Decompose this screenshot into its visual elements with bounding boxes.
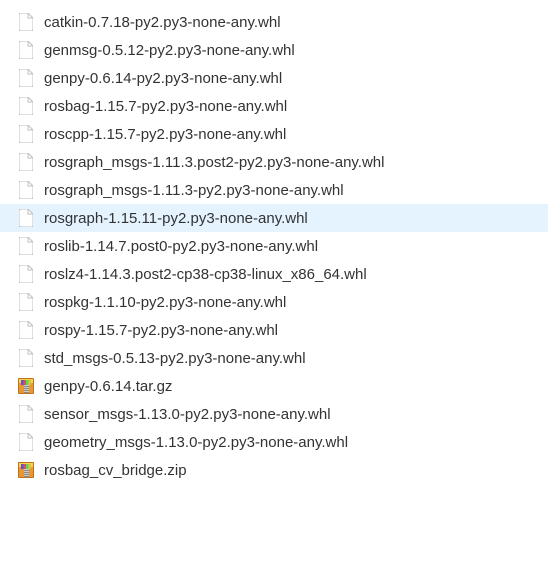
file-icon — [18, 125, 34, 143]
file-icon — [18, 349, 34, 367]
file-icon — [18, 97, 34, 115]
file-icon — [18, 293, 34, 311]
file-icon — [18, 153, 34, 171]
file-name: genmsg-0.5.12-py2.py3-none-any.whl — [44, 42, 295, 59]
file-name: catkin-0.7.18-py2.py3-none-any.whl — [44, 14, 281, 31]
file-item[interactable]: genpy-0.6.14-py2.py3-none-any.whl — [0, 64, 548, 92]
file-name: sensor_msgs-1.13.0-py2.py3-none-any.whl — [44, 406, 331, 423]
file-name: genpy-0.6.14-py2.py3-none-any.whl — [44, 70, 282, 87]
file-item[interactable]: catkin-0.7.18-py2.py3-none-any.whl — [0, 8, 548, 36]
file-item[interactable]: genmsg-0.5.12-py2.py3-none-any.whl — [0, 36, 548, 64]
file-name: roslz4-1.14.3.post2-cp38-cp38-linux_x86_… — [44, 266, 367, 283]
file-icon — [18, 41, 34, 59]
file-name: rosbag-1.15.7-py2.py3-none-any.whl — [44, 98, 287, 115]
file-item[interactable]: rosgraph_msgs-1.11.3.post2-py2.py3-none-… — [0, 148, 548, 176]
file-list: catkin-0.7.18-py2.py3-none-any.whl genmsg… — [0, 8, 548, 484]
file-item[interactable]: rosgraph_msgs-1.11.3-py2.py3-none-any.wh… — [0, 176, 548, 204]
file-item[interactable]: roscpp-1.15.7-py2.py3-none-any.whl — [0, 120, 548, 148]
file-item[interactable]: rosbag-1.15.7-py2.py3-none-any.whl — [0, 92, 548, 120]
file-icon — [18, 209, 34, 227]
file-icon — [18, 321, 34, 339]
file-item[interactable]: rospy-1.15.7-py2.py3-none-any.whl — [0, 316, 548, 344]
file-item[interactable]: roslz4-1.14.3.post2-cp38-cp38-linux_x86_… — [0, 260, 548, 288]
file-name: rosgraph_msgs-1.11.3-py2.py3-none-any.wh… — [44, 182, 344, 199]
file-name: rosgraph-1.15.11-py2.py3-none-any.whl — [44, 210, 308, 227]
file-item[interactable]: roslib-1.14.7.post0-py2.py3-none-any.whl — [0, 232, 548, 260]
archive-icon — [18, 377, 34, 395]
file-item[interactable]: rosgraph-1.15.11-py2.py3-none-any.whl — [0, 204, 548, 232]
file-name: rospy-1.15.7-py2.py3-none-any.whl — [44, 322, 278, 339]
file-icon — [18, 181, 34, 199]
file-icon — [18, 13, 34, 31]
file-item[interactable]: rospkg-1.1.10-py2.py3-none-any.whl — [0, 288, 548, 316]
file-name: geometry_msgs-1.13.0-py2.py3-none-any.wh… — [44, 434, 348, 451]
file-icon — [18, 265, 34, 283]
file-icon — [18, 69, 34, 87]
file-icon — [18, 433, 34, 451]
file-name: rosbag_cv_bridge.zip — [44, 462, 187, 479]
file-name: rospkg-1.1.10-py2.py3-none-any.whl — [44, 294, 286, 311]
file-item[interactable]: std_msgs-0.5.13-py2.py3-none-any.whl — [0, 344, 548, 372]
file-icon — [18, 237, 34, 255]
file-item[interactable]: sensor_msgs-1.13.0-py2.py3-none-any.whl — [0, 400, 548, 428]
file-item[interactable]: geometry_msgs-1.13.0-py2.py3-none-any.wh… — [0, 428, 548, 456]
file-name: std_msgs-0.5.13-py2.py3-none-any.whl — [44, 350, 306, 367]
file-item[interactable]: rosbag_cv_bridge.zip — [0, 456, 548, 484]
file-item[interactable]: genpy-0.6.14.tar.gz — [0, 372, 548, 400]
file-name: genpy-0.6.14.tar.gz — [44, 378, 172, 395]
file-name: rosgraph_msgs-1.11.3.post2-py2.py3-none-… — [44, 154, 384, 171]
file-icon — [18, 405, 34, 423]
file-name: roslib-1.14.7.post0-py2.py3-none-any.whl — [44, 238, 318, 255]
archive-icon — [18, 461, 34, 479]
file-name: roscpp-1.15.7-py2.py3-none-any.whl — [44, 126, 286, 143]
